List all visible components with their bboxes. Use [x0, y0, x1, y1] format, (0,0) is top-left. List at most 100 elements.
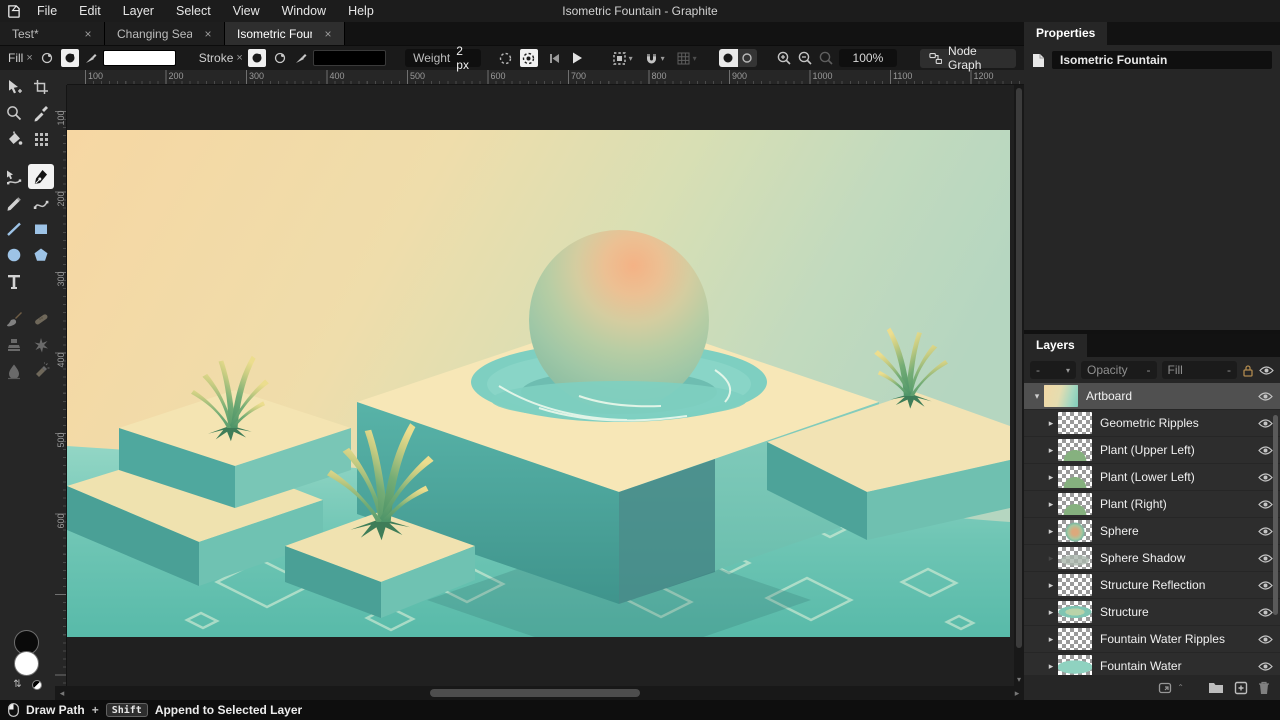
chevron-right-icon[interactable]: ▸ [1044, 526, 1058, 537]
select-tool-icon[interactable] [1, 74, 27, 99]
chevron-right-icon[interactable]: ▸ [1044, 445, 1058, 456]
fill-picker-icon[interactable] [84, 51, 98, 65]
vertical-scrollbar[interactable]: ▾ [1014, 85, 1024, 686]
delete-layer-icon[interactable] [1258, 681, 1270, 695]
opacity-input[interactable]: Opacity - [1081, 361, 1157, 379]
layer-row-structure[interactable]: ▸Structure [1024, 599, 1280, 625]
menu-window[interactable]: Window [271, 0, 337, 22]
secondary-color-swatch[interactable] [14, 651, 39, 676]
layer-visibility-icon[interactable] [1256, 526, 1274, 537]
layer-visibility-icon[interactable] [1256, 580, 1274, 591]
snapping-dropdown[interactable]: ▾ [641, 51, 668, 66]
layer-row-plant-right[interactable]: ▸Plant (Right) [1024, 491, 1280, 517]
document-tab-1[interactable]: Changing Seasons× [105, 22, 225, 45]
layers-scrollbar-thumb[interactable] [1273, 415, 1278, 615]
chevron-right-icon[interactable]: ▸ [1044, 472, 1058, 483]
graphite-logo-icon[interactable] [0, 4, 26, 19]
detail-tool-icon[interactable] [1, 358, 27, 383]
overlay-toggle-off[interactable] [496, 49, 514, 67]
menu-file[interactable]: File [26, 0, 68, 22]
stroke-color-swatch[interactable] [313, 50, 386, 66]
scroll-down-icon[interactable]: ▾ [1014, 675, 1024, 684]
pen-tool-icon[interactable] [28, 164, 54, 189]
grid-dropdown[interactable]: ▾ [673, 51, 700, 66]
artboard-tool-icon[interactable] [28, 74, 54, 99]
chevron-down-icon[interactable]: ▾ [1030, 391, 1044, 402]
fill-tool-icon[interactable] [1, 126, 27, 151]
chevron-right-icon[interactable]: ▸ [1044, 418, 1058, 429]
menu-layer[interactable]: Layer [112, 0, 165, 22]
fill-opacity-input[interactable]: Fill - [1162, 361, 1238, 379]
overlay-toggle-on[interactable] [520, 49, 538, 67]
layer-row-artboard[interactable]: ▾Artboard [1024, 383, 1280, 409]
selection-mode-dropdown[interactable]: ▾ [609, 51, 636, 66]
layer-visibility-icon[interactable] [1256, 472, 1274, 483]
layer-visibility-icon[interactable] [1256, 391, 1274, 402]
play-button[interactable] [570, 51, 584, 65]
clone-tool-icon[interactable] [1, 332, 27, 357]
spline-tool-icon[interactable] [28, 190, 54, 215]
view-mode-outline[interactable] [738, 49, 757, 67]
rectangle-tool-icon[interactable] [28, 216, 54, 241]
layer-row-sphere-shadow[interactable]: ▸Sphere Shadow [1024, 545, 1280, 571]
freehand-tool-icon[interactable] [1, 190, 27, 215]
tab-close-icon[interactable]: × [202, 27, 214, 41]
swap-colors-icon[interactable]: ⇅ [13, 680, 21, 690]
view-mode-normal[interactable] [719, 49, 738, 67]
layer-visibility-icon[interactable] [1256, 553, 1274, 564]
text-tool-icon[interactable] [1, 268, 27, 293]
zoom-level-input[interactable]: 100% [839, 49, 897, 67]
fill-color-swatch[interactable] [103, 50, 176, 66]
chevron-right-icon[interactable]: ▸ [1044, 499, 1058, 510]
tab-layers[interactable]: Layers [1024, 334, 1087, 357]
insert-layer-dropdown[interactable]: ⌃ [1158, 681, 1184, 695]
zoom-in-button[interactable] [776, 50, 792, 66]
layer-row-plant-upper-left[interactable]: ▸Plant (Upper Left) [1024, 437, 1280, 463]
brush-tool-icon[interactable] [1, 306, 27, 331]
new-layer-icon[interactable] [1234, 681, 1248, 695]
chevron-right-icon[interactable]: ▸ [1044, 553, 1058, 564]
tab-close-icon[interactable]: × [322, 27, 334, 41]
chevron-right-icon[interactable]: ▸ [1044, 580, 1058, 591]
path-tool-icon[interactable] [1, 164, 27, 189]
canvas-artwork[interactable] [67, 130, 1010, 637]
layer-row-sphere[interactable]: ▸Sphere [1024, 518, 1280, 544]
reset-colors-icon[interactable] [32, 680, 42, 690]
chevron-right-icon[interactable]: ▸ [1044, 634, 1058, 645]
layer-row-fountain-water-ripples[interactable]: ▸Fountain Water Ripples [1024, 626, 1280, 652]
heal-tool-icon[interactable] [28, 306, 54, 331]
menu-edit[interactable]: Edit [68, 0, 112, 22]
patch-tool-icon[interactable] [28, 332, 54, 357]
fill-clear-button[interactable]: × [26, 52, 32, 64]
tab-properties[interactable]: Properties [1024, 22, 1107, 45]
tab-close-icon[interactable]: × [82, 27, 94, 41]
fill-primary-toggle[interactable] [38, 49, 56, 67]
layer-visibility-icon[interactable] [1256, 607, 1274, 618]
visibility-icon[interactable] [1259, 365, 1274, 376]
layer-visibility-icon[interactable] [1256, 418, 1274, 429]
stroke-primary-toggle[interactable] [248, 49, 266, 67]
lock-icon[interactable] [1242, 364, 1254, 377]
stroke-weight-input[interactable]: Weight 2 px [405, 49, 481, 67]
pattern-tool-icon[interactable] [28, 126, 54, 151]
navigate-tool-icon[interactable] [1, 100, 27, 125]
menu-view[interactable]: View [222, 0, 271, 22]
stroke-picker-icon[interactable] [294, 51, 308, 65]
relight-tool-icon[interactable] [28, 358, 54, 383]
vertical-scrollbar-thumb[interactable] [1016, 88, 1022, 648]
horizontal-scrollbar-thumb[interactable] [430, 689, 640, 697]
zoom-reset-button[interactable] [818, 50, 834, 66]
layer-row-geometric-ripples[interactable]: ▸Geometric Ripples [1024, 410, 1280, 436]
layer-visibility-icon[interactable] [1256, 661, 1274, 672]
line-tool-icon[interactable] [1, 216, 27, 241]
blend-mode-dropdown[interactable]: - ▾ [1030, 361, 1076, 379]
document-name-field[interactable]: Isometric Fountain [1052, 51, 1272, 69]
layer-visibility-icon[interactable] [1256, 499, 1274, 510]
layer-visibility-icon[interactable] [1256, 445, 1274, 456]
polygon-tool-icon[interactable] [28, 242, 54, 267]
layer-row-plant-lower-left[interactable]: ▸Plant (Lower Left) [1024, 464, 1280, 490]
layer-visibility-icon[interactable] [1256, 634, 1274, 645]
skip-to-start-button[interactable] [548, 52, 561, 65]
document-tab-0[interactable]: Test*× [0, 22, 105, 45]
menu-help[interactable]: Help [337, 0, 385, 22]
